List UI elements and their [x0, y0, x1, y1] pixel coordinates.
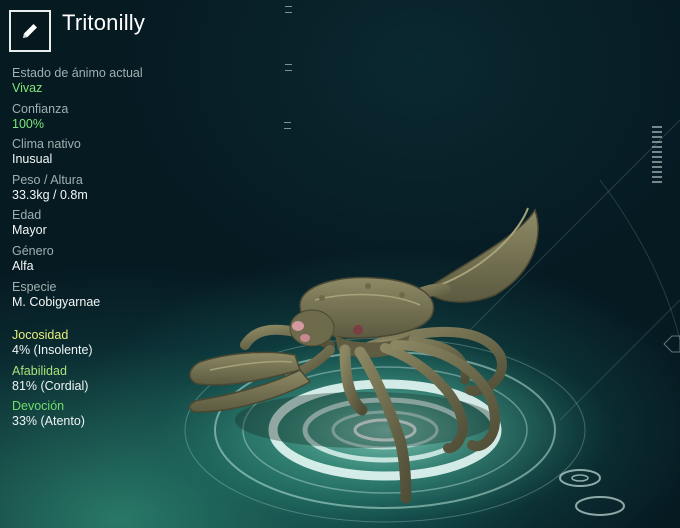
stat-value: Alfa [12, 258, 34, 273]
stat-trust: Confianza 100% [12, 102, 212, 138]
hex-marker [663, 335, 680, 353]
stat-species: Especie M. Cobigyarnae [12, 280, 212, 316]
stat-mood: Estado de ánimo actual Vivaz [12, 66, 212, 102]
stat-age: Edad Mayor [12, 208, 212, 244]
stat-label: Peso / Altura [12, 172, 83, 187]
creature-info-panel: Estado de ánimo actual Vivaz Confianza 1… [12, 66, 212, 435]
scroll-indicator [652, 126, 662, 184]
personality-traits: Jocosidad 4% (Insolente) Afabilidad 81% … [12, 328, 212, 435]
stat-gender: Género Alfa [12, 244, 212, 280]
hud-mark [285, 6, 292, 13]
stat-label: Edad [12, 208, 42, 223]
trait-value: 4% (Insolente) [12, 343, 93, 358]
trait-devotion: Devoción 33% (Atento) [12, 399, 212, 435]
stat-value: M. Cobigyarnae [12, 294, 101, 309]
stat-value: Mayor [12, 223, 47, 238]
trait-value: 81% (Cordial) [12, 378, 89, 393]
trait-label: Devoción [12, 399, 65, 414]
creature-name: Tritonilly [62, 10, 146, 35]
stat-value: Inusual [12, 152, 53, 167]
stat-value: Vivaz [12, 81, 43, 95]
stat-label: Especie [12, 279, 57, 294]
stat-label: Confianza [12, 101, 69, 116]
stat-climate: Clima nativo Inusual [12, 137, 212, 173]
stat-value: 33.3kg / 0.8m [12, 187, 88, 202]
hud-mark [284, 122, 291, 129]
trait-value: 33% (Atento) [12, 414, 85, 429]
trait-playfulness: Jocosidad 4% (Insolente) [12, 328, 212, 364]
hud-mark [285, 64, 292, 71]
stat-value: 100% [12, 116, 44, 131]
trait-label: Afabilidad [12, 363, 67, 378]
stat-label: Clima nativo [12, 137, 81, 152]
pencil-icon [23, 24, 37, 38]
trait-label: Jocosidad [12, 328, 69, 343]
stat-label: Estado de ánimo actual [12, 66, 143, 80]
edit-name-button[interactable] [9, 10, 51, 52]
stat-weight-height: Peso / Altura 33.3kg / 0.8m [12, 173, 212, 209]
trait-friendliness: Afabilidad 81% (Cordial) [12, 364, 212, 400]
stat-label: Género [12, 243, 54, 258]
